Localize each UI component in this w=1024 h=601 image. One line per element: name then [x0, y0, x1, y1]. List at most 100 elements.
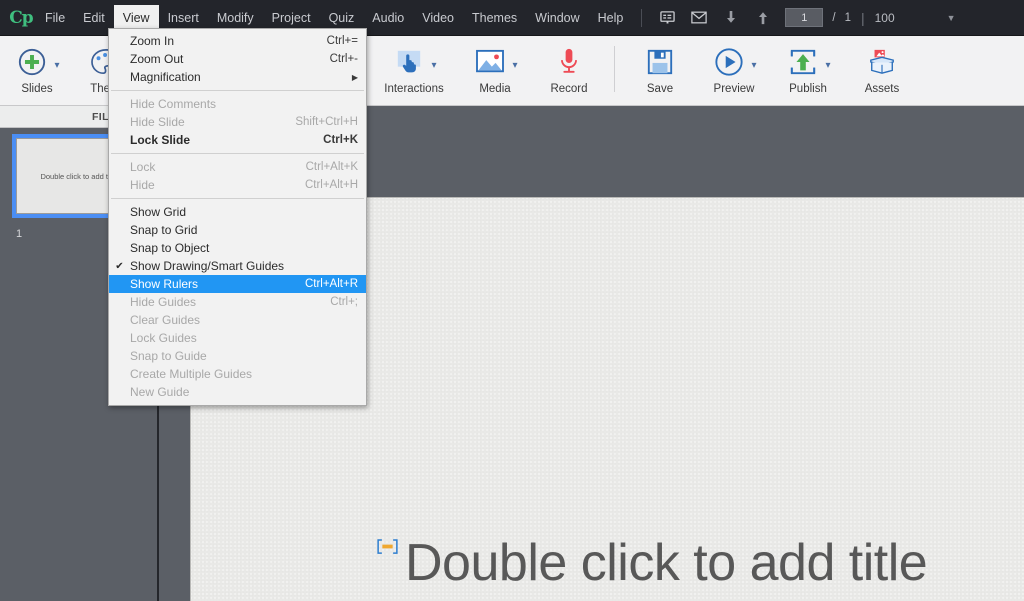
menu-item-label: Zoom Out — [130, 52, 184, 66]
menu-item-shortcut: Ctrl+Alt+R — [304, 278, 358, 290]
menu-separator — [111, 153, 364, 154]
menu-separator — [111, 90, 364, 91]
download-arrow-icon[interactable] — [718, 5, 744, 31]
toolbar-label: Preview — [713, 83, 755, 95]
menu-item-lock: Lock Ctrl+Alt+K — [109, 158, 366, 176]
checkmark-icon: ✔ — [115, 260, 124, 272]
menu-item-shortcut: Ctrl+; — [330, 296, 358, 308]
toolbar-label: Publish — [789, 83, 827, 95]
floppy-disk-icon — [642, 44, 678, 80]
menu-item-show-drawing-smart-guides[interactable]: ✔ Show Drawing/Smart Guides — [109, 257, 366, 275]
chevron-down-icon[interactable]: ▾ — [751, 60, 756, 71]
menu-item-video[interactable]: Video — [413, 5, 463, 31]
menu-item-snap-to-object[interactable]: Snap to Object — [109, 239, 366, 257]
menu-item-label: Clear Guides — [130, 313, 201, 327]
presentation-icon[interactable] — [654, 5, 680, 31]
image-icon — [472, 44, 508, 80]
chevron-down-icon[interactable]: ▾ — [512, 60, 517, 71]
menu-item-quiz[interactable]: Quiz — [320, 5, 364, 31]
toolbar-button-interactions[interactable]: ▾ Interactions — [370, 36, 458, 104]
page-separator: / — [832, 11, 836, 24]
mail-icon[interactable] — [686, 5, 712, 31]
menu-item-label: Lock — [130, 160, 156, 174]
text-placeholder-marker-icon — [377, 539, 398, 554]
toolbar-label: Media — [479, 83, 511, 95]
menu-item-audio[interactable]: Audio — [363, 5, 413, 31]
publish-upload-icon — [785, 44, 821, 80]
menu-item-snap-to-grid[interactable]: Snap to Grid — [109, 221, 366, 239]
menu-item-shortcut: Shift+Ctrl+H — [295, 116, 358, 128]
upload-arrow-icon[interactable] — [750, 5, 776, 31]
toolbar-label: Record — [550, 83, 588, 95]
toolbar-button-preview[interactable]: ▾ Preview — [697, 36, 771, 104]
plus-circle-icon — [14, 44, 50, 80]
menu-item-label: Lock Slide — [130, 133, 191, 147]
menu-separator — [111, 198, 364, 199]
menu-item-view[interactable]: View — [113, 4, 159, 31]
chevron-down-icon[interactable]: ▼ — [947, 13, 956, 23]
menu-item-themes[interactable]: Themes — [463, 5, 526, 31]
total-pages: 1 — [844, 11, 851, 24]
menu-item-lock-slide[interactable]: Lock Slide Ctrl+K — [109, 131, 366, 149]
menu-item-label: Hide — [130, 178, 155, 192]
menu-item-label: Show Drawing/Smart Guides — [130, 259, 285, 273]
menu-item-window[interactable]: Window — [526, 5, 588, 31]
menu-item-label: Show Rulers — [130, 277, 199, 291]
slide-thumbnail-placeholder: Double click to add title — [40, 171, 118, 181]
menu-item-shortcut: Ctrl+- — [329, 53, 358, 65]
slide-title-placeholder[interactable]: Double click to add title — [405, 533, 928, 593]
menu-item-file[interactable]: File — [36, 5, 74, 31]
toolbar-button-slides[interactable]: ▾ Slides — [0, 36, 74, 104]
toolbar-button-assets[interactable]: Assets — [845, 36, 919, 104]
toolbar-button-save[interactable]: Save — [623, 36, 697, 104]
menu-item-shortcut: Ctrl+Alt+K — [305, 161, 358, 173]
zoom-value[interactable]: 100 — [875, 11, 917, 25]
chevron-down-icon[interactable]: ▾ — [54, 60, 59, 71]
menu-item-new-guide: New Guide — [109, 383, 366, 401]
menu-item-zoom-in[interactable]: Zoom In Ctrl+= — [109, 32, 366, 50]
menu-item-magnification[interactable]: Magnification ▶ — [109, 68, 366, 86]
menu-item-label: Lock Guides — [130, 331, 197, 345]
hand-pointer-icon — [391, 44, 427, 80]
view-menu-dropdown[interactable]: Zoom In Ctrl+= Zoom Out Ctrl+- Magnification… — [108, 28, 367, 406]
toolbar-button-publish[interactable]: ▾ Publish — [771, 36, 845, 104]
current-page-input[interactable]: 1 — [785, 8, 824, 27]
microphone-icon — [551, 44, 587, 80]
menu-item-label: Show Grid — [130, 205, 187, 219]
menu-item-edit[interactable]: Edit — [74, 5, 114, 31]
menu-item-help[interactable]: Help — [589, 5, 633, 31]
menu-item-create-multiple-guides: Create Multiple Guides — [109, 365, 366, 383]
chevron-down-icon[interactable]: ▾ — [825, 60, 830, 71]
menubar-divider — [641, 8, 643, 27]
menu-item-hide-comments: Hide Comments — [109, 95, 366, 113]
menu-item-label: Snap to Guide — [130, 349, 207, 363]
menu-item-zoom-out[interactable]: Zoom Out Ctrl+- — [109, 50, 366, 68]
menu-item-insert[interactable]: Insert — [159, 5, 208, 31]
submenu-arrow-icon: ▶ — [351, 72, 358, 82]
app-logo-icon: Cp — [9, 7, 33, 28]
menu-item-show-grid[interactable]: Show Grid — [109, 203, 366, 221]
menu-item-label: New Guide — [130, 385, 190, 399]
toolbar-label: Slides — [21, 83, 53, 95]
menu-item-shortcut: Ctrl+Alt+H — [304, 179, 358, 191]
menu-item-label: Hide Comments — [130, 97, 217, 111]
menu-item-hide-guides: Hide Guides Ctrl+; — [109, 293, 366, 311]
play-circle-icon — [711, 44, 747, 80]
menu-item-label: Create Multiple Guides — [130, 367, 253, 381]
menu-item-shortcut: Ctrl+= — [326, 35, 358, 47]
menu-item-project[interactable]: Project — [263, 5, 320, 31]
menu-item-show-rulers[interactable]: Show Rulers Ctrl+Alt+R — [109, 275, 366, 293]
slide-number-label: 1 — [16, 228, 23, 240]
menu-item-label: Hide Guides — [130, 295, 197, 309]
toolbar-button-media[interactable]: ▾ Media — [458, 36, 532, 104]
menu-item-modify[interactable]: Modify — [208, 5, 263, 31]
menu-item-label: Zoom In — [130, 34, 175, 48]
menu-item-label: Snap to Grid — [130, 223, 198, 237]
toolbar-button-record[interactable]: Record — [532, 36, 606, 104]
toolbar-group-output: Save ▾ Preview ▾ Publish Assets — [623, 36, 919, 106]
toolbar-label: Interactions — [384, 83, 444, 95]
chevron-down-icon[interactable]: ▾ — [431, 60, 436, 71]
menu-item-hide: Hide Ctrl+Alt+H — [109, 176, 366, 194]
menu-items: File Edit View Insert Modify Project Quiz Audio… — [36, 4, 633, 31]
menu-item-label: Hide Slide — [130, 115, 185, 129]
